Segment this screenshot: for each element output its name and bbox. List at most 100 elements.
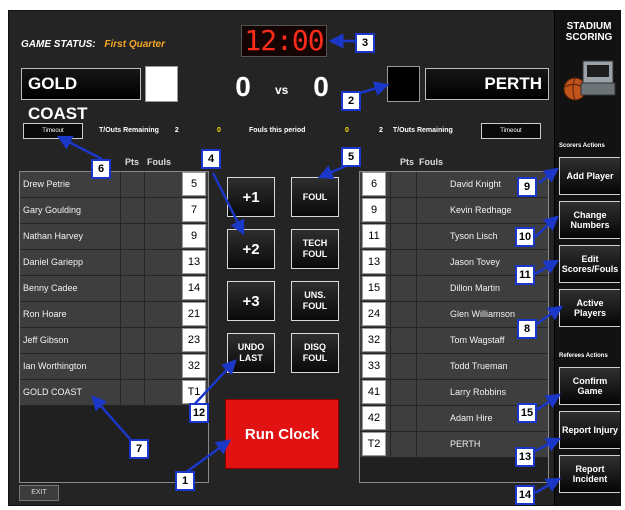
home-player-number[interactable]: 32	[182, 354, 206, 378]
away-player-number[interactable]: 33	[362, 354, 386, 378]
away-player-number[interactable]: 11	[362, 224, 386, 248]
home-player-number[interactable]: 14	[182, 276, 206, 300]
add-3-points-button[interactable]: +3	[227, 281, 275, 321]
away-player-fouls	[416, 432, 444, 457]
fouls-period-label: Fouls this period	[249, 127, 306, 134]
away-player-fouls	[416, 328, 444, 353]
edit-scores-fouls-button[interactable]: Edit Scores/Fouls	[559, 245, 620, 283]
away-timeouts-remaining: 2 T/Outs Remaining	[379, 127, 453, 134]
away-player-name: Tyson Lisch	[450, 231, 498, 241]
report-incident-button[interactable]: Report Incident	[559, 455, 620, 493]
away-team-name: PERTH	[425, 68, 549, 100]
home-player-number[interactable]: 9	[182, 224, 206, 248]
callout-13: 13	[515, 447, 535, 467]
home-player-row[interactable]: GOLD COAST T1	[20, 380, 208, 406]
away-player-number[interactable]: 15	[362, 276, 386, 300]
home-player-number[interactable]: 13	[182, 250, 206, 274]
referees-actions-label: Referees Actions	[559, 353, 608, 359]
away-player-pts	[390, 224, 416, 249]
home-player-name: Ian Worthington	[23, 361, 87, 371]
add-1-point-button[interactable]: +1	[227, 177, 275, 217]
home-team-name: GOLD COAST	[21, 68, 141, 123]
vs-label: vs	[275, 83, 289, 97]
away-player-name: David Knight	[450, 179, 502, 189]
foul-button[interactable]: FOUL	[291, 177, 339, 217]
away-timeouts-text: T/Outs Remaining	[392, 127, 453, 134]
away-player-number[interactable]: 42	[362, 406, 386, 430]
sidebar: STADIUM SCORING Scorers Actions Add Play…	[554, 11, 620, 505]
home-player-name: Daniel Gariepp	[23, 257, 84, 267]
disqualifying-foul-button[interactable]: DISQ FOUL	[291, 333, 339, 373]
away-player-number[interactable]: 13	[362, 250, 386, 274]
away-player-number[interactable]: 6	[362, 172, 386, 196]
scorers-actions-label: Scorers Actions	[559, 143, 605, 149]
game-status-label: GAME STATUS:	[21, 39, 96, 50]
game-status: GAME STATUS: First Quarter	[21, 39, 165, 50]
home-timeout-button[interactable]: Timeout	[23, 123, 83, 139]
exit-button[interactable]: EXIT	[19, 485, 59, 501]
home-color-swatch[interactable]	[145, 66, 178, 102]
away-timeout-button[interactable]: Timeout	[481, 123, 541, 139]
away-player-number[interactable]: 9	[362, 198, 386, 222]
home-player-fouls	[144, 276, 180, 301]
away-player-row[interactable]: Todd Trueman 33	[360, 354, 548, 380]
home-player-row[interactable]: Benny Cadee 14	[20, 276, 208, 302]
away-player-number[interactable]: 24	[362, 302, 386, 326]
away-player-name: Dillon Martin	[450, 283, 501, 293]
home-player-number[interactable]: 7	[182, 198, 206, 222]
callout-9: 9	[517, 177, 537, 197]
away-player-number[interactable]: 32	[362, 328, 386, 352]
confirm-game-button[interactable]: Confirm Game	[559, 367, 620, 405]
home-player-pts	[120, 276, 144, 301]
away-player-name: Tom Wagstaff	[450, 335, 505, 345]
away-player-pts	[390, 302, 416, 327]
home-player-pts	[120, 380, 144, 405]
active-players-button[interactable]: Active Players	[559, 289, 620, 327]
callout-2: 2	[341, 91, 361, 111]
run-clock-button[interactable]: Run Clock	[225, 399, 339, 469]
home-player-row[interactable]: Nathan Harvey 9	[20, 224, 208, 250]
unsportsmanlike-foul-button[interactable]: UNS. FOUL	[291, 281, 339, 321]
home-player-name: GOLD COAST	[23, 387, 83, 397]
away-player-name: Kevin Redhage	[450, 205, 512, 215]
home-player-row[interactable]: Ron Hoare 21	[20, 302, 208, 328]
home-player-fouls	[144, 198, 180, 223]
away-player-number[interactable]: T2	[362, 432, 386, 456]
callout-8: 8	[517, 319, 537, 339]
callout-1: 1	[175, 471, 195, 491]
home-player-number[interactable]: 21	[182, 302, 206, 326]
home-player-number[interactable]: 23	[182, 328, 206, 352]
change-numbers-button[interactable]: Change Numbers	[559, 201, 620, 239]
home-player-name: Benny Cadee	[23, 283, 78, 293]
undo-last-button[interactable]: UNDO LAST	[227, 333, 275, 373]
home-player-row[interactable]: Drew Petrie 5	[20, 172, 208, 198]
away-color-swatch[interactable]	[387, 66, 420, 102]
away-player-name: Jason Tovey	[450, 257, 500, 267]
away-player-row[interactable]: Kevin Redhage 9	[360, 198, 548, 224]
home-player-number[interactable]: 5	[182, 172, 206, 196]
home-player-row[interactable]: Daniel Gariepp 13	[20, 250, 208, 276]
home-player-pts	[120, 198, 144, 223]
brand-line-1: STADIUM	[566, 21, 612, 32]
add-player-button[interactable]: Add Player	[559, 157, 620, 195]
add-2-points-button[interactable]: +2	[227, 229, 275, 269]
away-player-fouls	[416, 198, 444, 223]
game-clock[interactable]: 12:00	[241, 25, 327, 57]
home-player-number[interactable]: T1	[182, 380, 206, 404]
tech-foul-button[interactable]: TECH FOUL	[291, 229, 339, 269]
away-score: 0	[313, 71, 329, 102]
home-score: 0	[235, 71, 251, 102]
home-player-pts	[120, 328, 144, 353]
away-player-pts	[390, 328, 416, 353]
callout-12: 12	[189, 403, 209, 423]
home-player-fouls	[144, 302, 180, 327]
home-timeouts-remaining: T/Outs Remaining 2	[99, 127, 179, 134]
home-player-row[interactable]: Ian Worthington 32	[20, 354, 208, 380]
away-player-name: Glen Williamson	[450, 309, 516, 319]
home-player-pts	[120, 224, 144, 249]
home-player-row[interactable]: Gary Goulding 7	[20, 198, 208, 224]
report-injury-button[interactable]: Report Injury	[559, 411, 620, 449]
away-player-number[interactable]: 41	[362, 380, 386, 404]
home-player-row[interactable]: Jeff Gibson 23	[20, 328, 208, 354]
home-player-pts	[120, 172, 144, 197]
